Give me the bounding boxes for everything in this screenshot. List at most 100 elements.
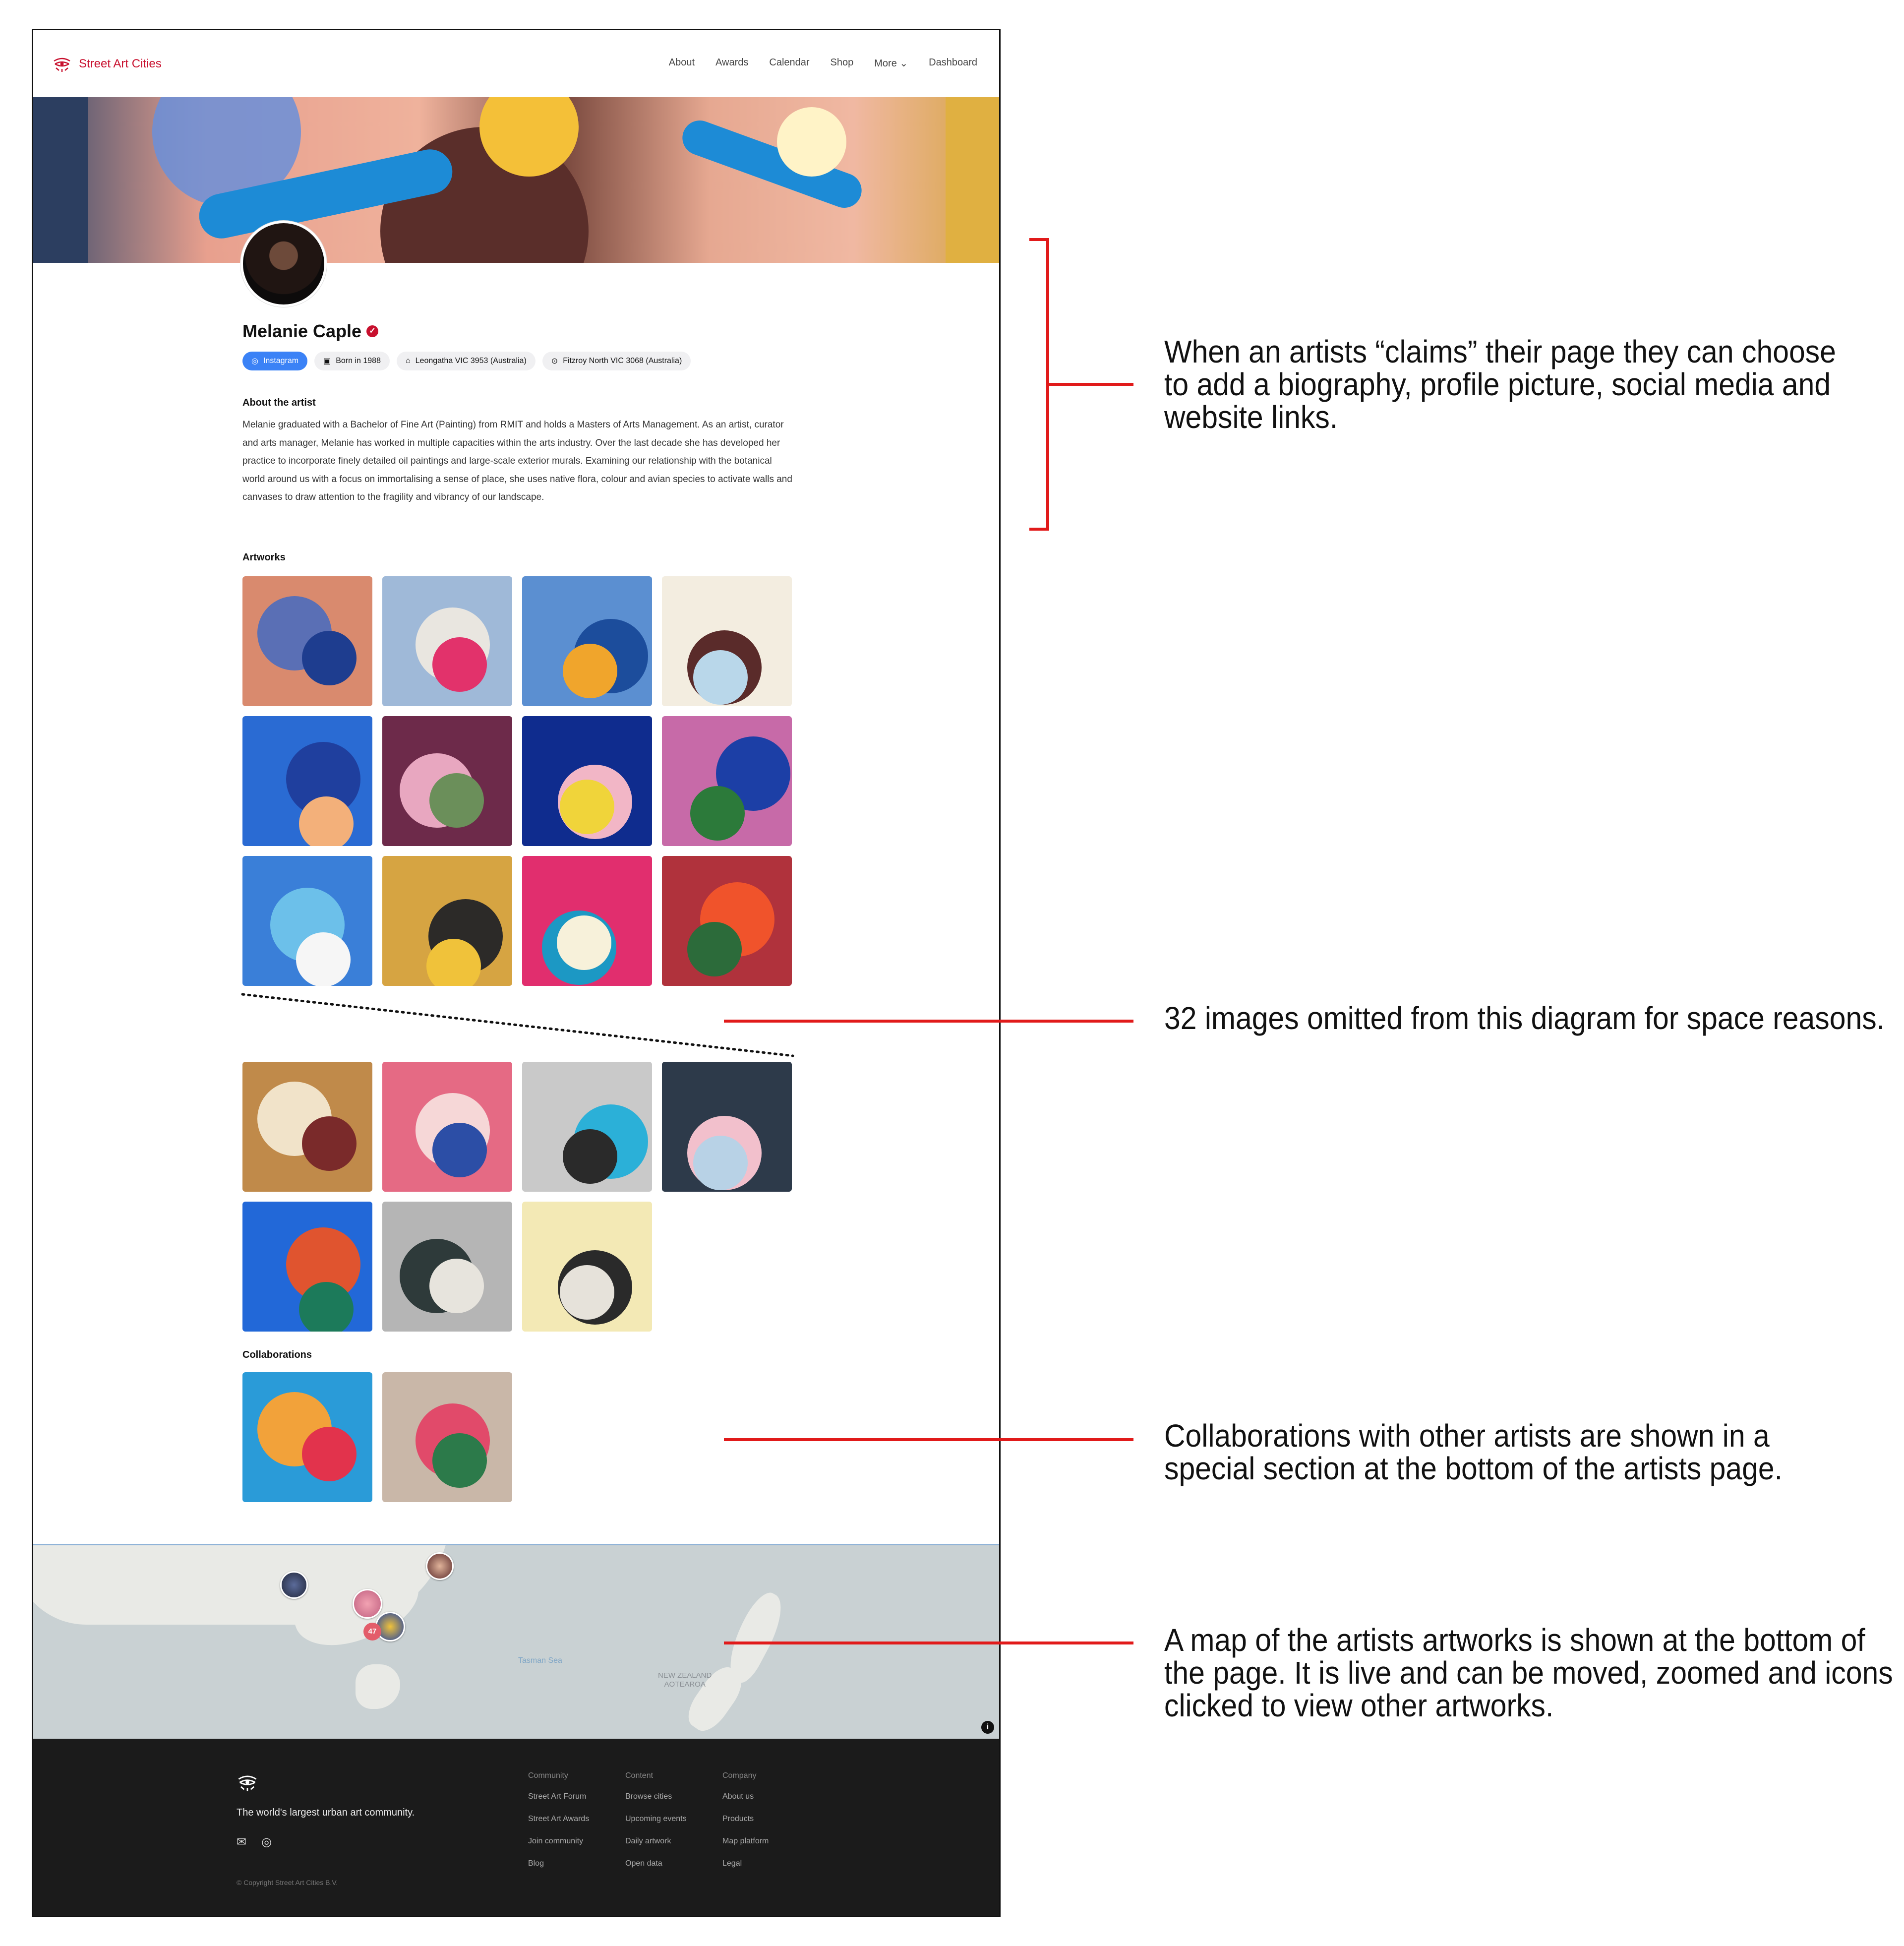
map-info-icon[interactable]: i [981, 1721, 994, 1734]
footer-link[interactable]: Legal [722, 1859, 769, 1868]
artwork-thumbnail[interactable] [522, 856, 652, 986]
annotation-map: A map of the artists artworks is shown a… [1164, 1622, 1893, 1723]
artwork-thumbnail[interactable] [242, 1202, 372, 1332]
location-chip: ⊙ Fitzroy North VIC 3068 (Australia) [542, 352, 691, 370]
artwork-thumbnail[interactable] [382, 1062, 512, 1192]
footer-col-title: Content [625, 1771, 654, 1780]
artwork-thumbnail[interactable] [522, 1062, 652, 1192]
artworks-heading: Artworks [242, 552, 286, 563]
born-label: Born in 1988 [336, 357, 381, 365]
artwork-thumbnail[interactable] [382, 716, 512, 846]
artwork-thumbnail[interactable] [382, 856, 512, 986]
artwork-thumbnail[interactable] [242, 576, 372, 706]
born-chip: ▣ Born in 1988 [314, 352, 390, 370]
nz-label-line1: NEW ZEALAND [658, 1671, 712, 1680]
nav-dashboard[interactable]: Dashboard [929, 57, 977, 69]
annotation-line [724, 1642, 1133, 1644]
artwork-thumbnail[interactable] [662, 576, 792, 706]
footer-tagline: The world's largest urban art community. [237, 1807, 415, 1818]
artwork-thumbnail[interactable] [662, 716, 792, 846]
nav-calendar[interactable]: Calendar [769, 57, 809, 69]
site-footer: The world's largest urban art community.… [33, 1739, 999, 1916]
artist-name-text: Melanie Caple [242, 321, 362, 341]
footer-col-title: Community [528, 1771, 568, 1780]
footer-link[interactable]: Join community [528, 1837, 589, 1846]
collaborations-heading: Collaborations [242, 1349, 312, 1360]
instagram-label: Instagram [263, 357, 299, 365]
browser-page: Street Art Cities About Awards Calendar … [32, 29, 1001, 1917]
annotation-claims: When an artists “claims” their page they… [1164, 334, 1836, 435]
nav-shop[interactable]: Shop [831, 57, 854, 69]
home-chip: ⌂ Leongatha VIC 3953 (Australia) [396, 352, 536, 370]
nav-more-dropdown[interactable]: More ⌄ [874, 57, 908, 69]
artwork-thumbnail[interactable] [662, 1062, 792, 1192]
mail-icon[interactable]: ✉ [237, 1835, 246, 1849]
footer-link[interactable]: Blog [528, 1859, 589, 1868]
nav-about[interactable]: About [669, 57, 695, 69]
artist-bio: Melanie graduated with a Bachelor of Fin… [242, 420, 792, 502]
footer-link[interactable]: Products [722, 1815, 769, 1824]
artwork-thumbnail[interactable] [522, 576, 652, 706]
main-nav: About Awards Calendar Shop More ⌄ Dashbo… [669, 57, 977, 69]
nz-label-line2: AOTEAROA [664, 1680, 706, 1689]
footer-col-content: Content Browse cities Upcoming events Da… [625, 1771, 687, 1882]
artwork-thumbnail[interactable] [522, 1202, 652, 1332]
annotation-bracket [1029, 238, 1049, 531]
logo-icon [54, 58, 70, 72]
collaboration-thumbnail[interactable] [382, 1372, 512, 1502]
location-pin-icon: ⊙ [551, 357, 558, 365]
artwork-thumbnail[interactable] [242, 856, 372, 986]
footer-col-community: Community Street Art Forum Street Art Aw… [528, 1771, 589, 1882]
collaboration-thumbnail[interactable] [242, 1372, 372, 1502]
annotation-omitted: 32 images omitted from this diagram for … [1164, 1000, 1885, 1036]
instagram-link[interactable]: ◎ Instagram [242, 352, 308, 370]
footer-link[interactable]: Street Art Awards [528, 1815, 589, 1824]
artworks-grid-top [242, 576, 792, 986]
map-artwork-pin[interactable] [280, 1571, 308, 1599]
brand-name: Street Art Cities [79, 57, 162, 70]
map-artwork-pin[interactable] [426, 1552, 454, 1580]
footer-link[interactable]: Open data [625, 1859, 687, 1868]
footer-social: ✉ ◎ [237, 1835, 272, 1849]
site-logo[interactable]: Street Art Cities [52, 54, 162, 74]
footer-link[interactable]: About us [722, 1792, 769, 1801]
omitted-images-divider [241, 993, 794, 1057]
annotation-line [1049, 383, 1133, 386]
footer-link[interactable]: Street Art Forum [528, 1792, 589, 1801]
annotation-collabs: Collaborations with other artists are sh… [1164, 1418, 1783, 1486]
calendar-icon: ▣ [323, 357, 331, 365]
artwork-thumbnail[interactable] [522, 716, 652, 846]
about-heading: About the artist [242, 397, 316, 408]
footer-link[interactable]: Daily artwork [625, 1837, 687, 1846]
artwork-thumbnail[interactable] [662, 856, 792, 986]
map-cluster-marker[interactable]: 47 [363, 1623, 381, 1641]
nav-awards[interactable]: Awards [715, 57, 748, 69]
footer-col-company: Company About us Products Map platform L… [722, 1771, 769, 1882]
collaborations-grid [242, 1372, 512, 1502]
home-icon: ⌂ [405, 357, 411, 365]
footer-copyright: © Copyright Street Art Cities B.V. [237, 1879, 338, 1886]
artwork-thumbnail[interactable] [382, 1202, 512, 1332]
footer-col-title: Company [722, 1771, 757, 1780]
site-header: Street Art Cities About Awards Calendar … [33, 30, 999, 97]
footer-link[interactable]: Browse cities [625, 1792, 687, 1801]
artwork-thumbnail[interactable] [242, 716, 372, 846]
tasman-sea-label: Tasman Sea [518, 1656, 562, 1665]
footer-logo-icon [238, 1775, 257, 1791]
instagram-icon: ◎ [251, 357, 258, 365]
artist-avatar [240, 221, 327, 307]
artist-name: Melanie Caple ✓ [242, 321, 379, 342]
footer-link[interactable]: Upcoming events [625, 1815, 687, 1824]
annotation-line [724, 1020, 1133, 1023]
verified-badge-icon: ✓ [366, 325, 379, 337]
home-label: Leongatha VIC 3953 (Australia) [415, 357, 527, 365]
instagram-icon[interactable]: ◎ [261, 1835, 272, 1849]
footer-link[interactable]: Map platform [722, 1837, 769, 1846]
map-artwork-pin[interactable] [353, 1589, 382, 1619]
artwork-thumbnail[interactable] [382, 576, 512, 706]
artwork-thumbnail[interactable] [242, 1062, 372, 1192]
cover-banner-image [33, 97, 999, 263]
location-label: Fitzroy North VIC 3068 (Australia) [563, 357, 682, 365]
annotation-line [724, 1438, 1133, 1441]
new-zealand-label: NEW ZEALAND AOTEAROA [658, 1671, 712, 1689]
